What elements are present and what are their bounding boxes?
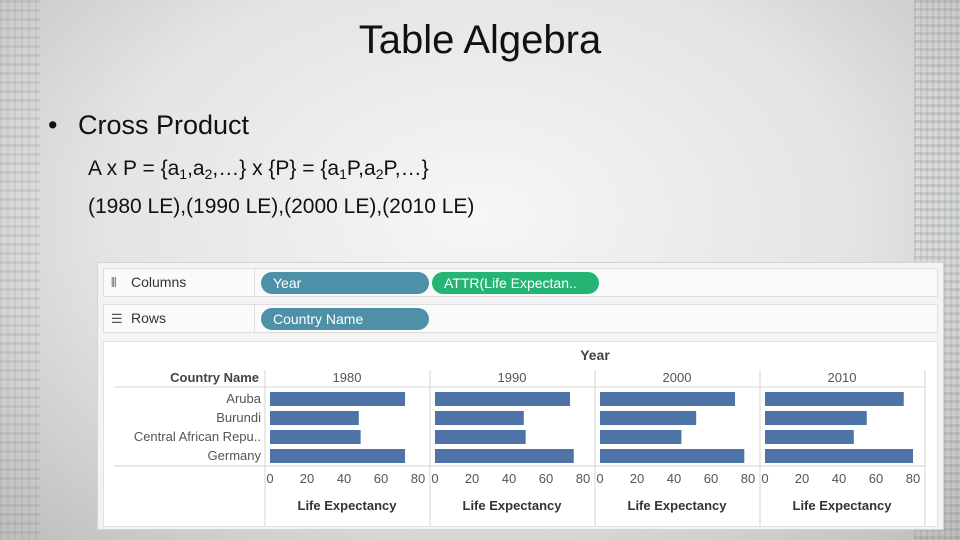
axis-tick-label: 80: [906, 471, 920, 486]
column-header-year: Year: [580, 347, 610, 363]
axis-tick-label: 60: [374, 471, 388, 486]
axis-tick-label: 80: [411, 471, 425, 486]
columns-shelf-label: ⫴ Columns: [104, 269, 255, 296]
rows-label-text: Rows: [131, 310, 167, 326]
cross-product-formula: A x P = {a1,a2,…} x {P} = {a1P,a2P,…}: [88, 157, 429, 182]
axis-tick-label: 40: [667, 471, 681, 486]
country-name-pill[interactable]: Country Name: [261, 308, 429, 330]
life-expectancy-bar: [600, 392, 736, 406]
columns-label-text: Columns: [131, 274, 187, 290]
bullet-dot-icon: •: [48, 110, 58, 140]
axis-tick-label: 80: [576, 471, 590, 486]
x-axis-title: Life Expectancy: [628, 498, 728, 513]
columns-shelf[interactable]: ⫴ Columns Year ATTR(Life Expectan..: [103, 268, 938, 297]
axis-tick-label: 20: [300, 471, 314, 486]
chart-view: Year Country Name Aruba Burundi Central Afri…: [103, 341, 938, 527]
life-expectancy-bar: [600, 449, 745, 463]
formula-subscript: 1: [339, 166, 347, 182]
axis-tick-label: 0: [431, 471, 438, 486]
background-pattern-left: [0, 0, 40, 540]
row-header-country-name: Country Name: [170, 370, 259, 385]
formula-part: ,…} x {P} = {a: [212, 157, 340, 180]
life-expectancy-bar: [765, 449, 913, 463]
rows-shelf[interactable]: ☰ Rows Country Name: [103, 304, 938, 333]
life-expectancy-list: (1980 LE),(1990 LE),(2000 LE),(2010 LE): [88, 195, 475, 218]
formula-part: ,a: [187, 157, 205, 180]
bullet-item: • Cross Product: [48, 110, 249, 141]
life-expectancy-bar: [600, 411, 697, 425]
bullet-text: Cross Product: [78, 110, 250, 140]
axis-tick-label: 20: [630, 471, 644, 486]
slide-title: Table Algebra: [358, 18, 602, 62]
year-pill[interactable]: Year: [261, 272, 429, 294]
life-expectancy-bar: [435, 411, 524, 425]
rows-shelf-label: ☰ Rows: [104, 305, 255, 332]
category-label: Burundi: [216, 410, 261, 425]
x-axis-title: Life Expectancy: [298, 498, 398, 513]
life-expectancy-bar: [765, 430, 854, 444]
axis-tick-label: 80: [741, 471, 755, 486]
formula-part: A x P = {a: [88, 157, 180, 180]
year-header-label: 2010: [828, 370, 857, 385]
formula-subscript: 2: [375, 166, 384, 182]
life-expectancy-bar: [435, 449, 574, 463]
axis-tick-label: 20: [465, 471, 479, 486]
category-label: Aruba: [226, 391, 261, 406]
category-label: Germany: [208, 448, 262, 463]
life-expectancy-bar: [600, 430, 682, 444]
year-header-label: 1990: [498, 370, 527, 385]
axis-tick-label: 60: [539, 471, 553, 486]
x-axis-title: Life Expectancy: [793, 498, 893, 513]
life-expectancy-bar: [270, 430, 361, 444]
life-expectancy-bar: [435, 392, 571, 406]
life-expectancy-bar: [435, 430, 526, 444]
life-expectancy-bar: [765, 411, 867, 425]
life-expectancy-bar: [270, 411, 359, 425]
life-expectancy-bar: [765, 392, 904, 406]
rows-icon: ☰: [111, 311, 123, 326]
columns-icon: ⫴: [111, 275, 117, 290]
axis-tick-label: 40: [832, 471, 846, 486]
axis-tick-label: 20: [795, 471, 809, 486]
formula-part: P,…}: [383, 157, 429, 180]
bar-chart-grid: Year Country Name Aruba Burundi Central Afri…: [114, 347, 926, 526]
tableau-worksheet: ⫴ Columns Year ATTR(Life Expectan.. ☰ Rows…: [97, 262, 944, 530]
axis-tick-label: 40: [337, 471, 351, 486]
axis-tick-label: 60: [869, 471, 883, 486]
life-expectancy-bar: [270, 392, 406, 406]
axis-tick-label: 40: [502, 471, 516, 486]
life-expectancy-bar: [270, 449, 406, 463]
formula-part: P,a: [346, 157, 376, 180]
life-expectancy-pill[interactable]: ATTR(Life Expectan..: [432, 272, 599, 294]
axis-tick-label: 0: [266, 471, 273, 486]
year-header-label: 2000: [663, 370, 692, 385]
year-header-label: 1980: [333, 370, 362, 385]
x-axis-title: Life Expectancy: [463, 498, 563, 513]
axis-tick-label: 0: [596, 471, 603, 486]
axis-tick-label: 60: [704, 471, 718, 486]
axis-tick-label: 0: [761, 471, 768, 486]
formula-subscript: 1: [179, 166, 188, 182]
category-label: Central African Repu..: [134, 429, 261, 444]
